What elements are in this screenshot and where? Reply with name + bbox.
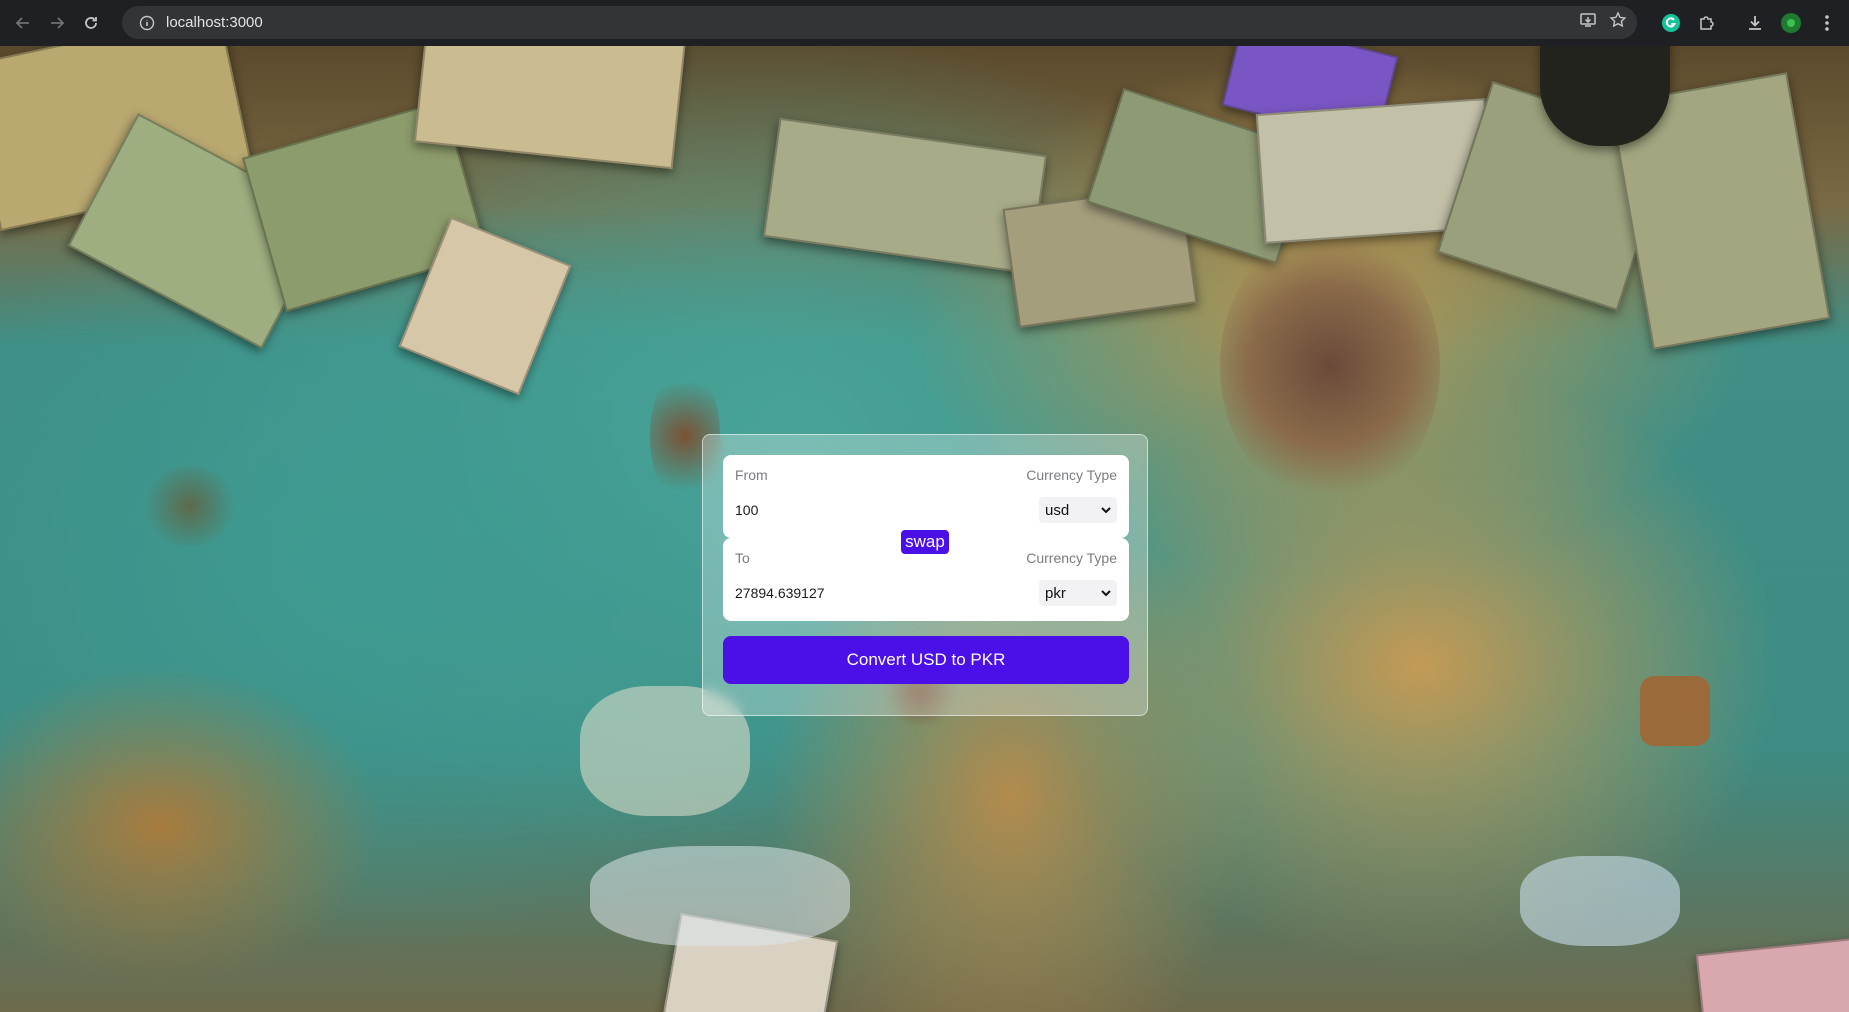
to-currency-select[interactable]: pkr xyxy=(1039,580,1117,606)
url-text[interactable]: localhost:3000 xyxy=(166,14,263,31)
paper-patch-image xyxy=(1640,676,1710,746)
bookmark-star-icon[interactable] xyxy=(1609,11,1627,34)
download-icon[interactable] xyxy=(1737,5,1773,41)
chevron-down-icon xyxy=(1101,589,1111,596)
site-info-icon[interactable] xyxy=(132,15,162,31)
to-currency-value: pkr xyxy=(1045,584,1066,602)
menu-icon[interactable] xyxy=(1809,5,1845,41)
forward-icon[interactable] xyxy=(40,6,74,40)
from-currency-value: usd xyxy=(1045,501,1070,519)
from-panel: From Currency Type usd xyxy=(723,455,1129,538)
pin-cluster-image xyxy=(140,466,240,546)
currency-converter-card: From Currency Type usd swap To Currency … xyxy=(702,434,1148,716)
from-label: From xyxy=(735,467,768,483)
to-currency-type-label: Currency Type xyxy=(1026,550,1117,566)
paper-patch-image xyxy=(590,846,850,946)
paper-patch-image xyxy=(1520,856,1680,946)
banknote-image xyxy=(762,117,1048,275)
chevron-down-icon xyxy=(1101,506,1111,513)
grammarly-icon[interactable] xyxy=(1653,5,1689,41)
from-currency-select[interactable]: usd xyxy=(1039,497,1117,523)
address-bar[interactable]: localhost:3000 xyxy=(122,6,1637,39)
banknote-image xyxy=(1695,937,1849,1012)
to-amount-input[interactable] xyxy=(735,585,955,601)
convert-button[interactable]: Convert USD to PKR xyxy=(723,636,1129,684)
to-label: To xyxy=(735,550,750,566)
install-icon[interactable] xyxy=(1579,11,1597,34)
swap-button[interactable]: swap xyxy=(899,528,951,556)
background-world-map: From Currency Type usd swap To Currency … xyxy=(0,46,1849,1012)
back-icon[interactable] xyxy=(6,6,40,40)
from-currency-type-label: Currency Type xyxy=(1026,467,1117,483)
extensions-icon[interactable] xyxy=(1689,5,1725,41)
from-amount-input[interactable] xyxy=(735,502,955,518)
browser-toolbar: localhost:3000 xyxy=(0,0,1849,46)
pin-cluster-image xyxy=(1220,226,1440,506)
profile-avatar-icon[interactable] xyxy=(1773,5,1809,41)
reload-icon[interactable] xyxy=(74,6,108,40)
